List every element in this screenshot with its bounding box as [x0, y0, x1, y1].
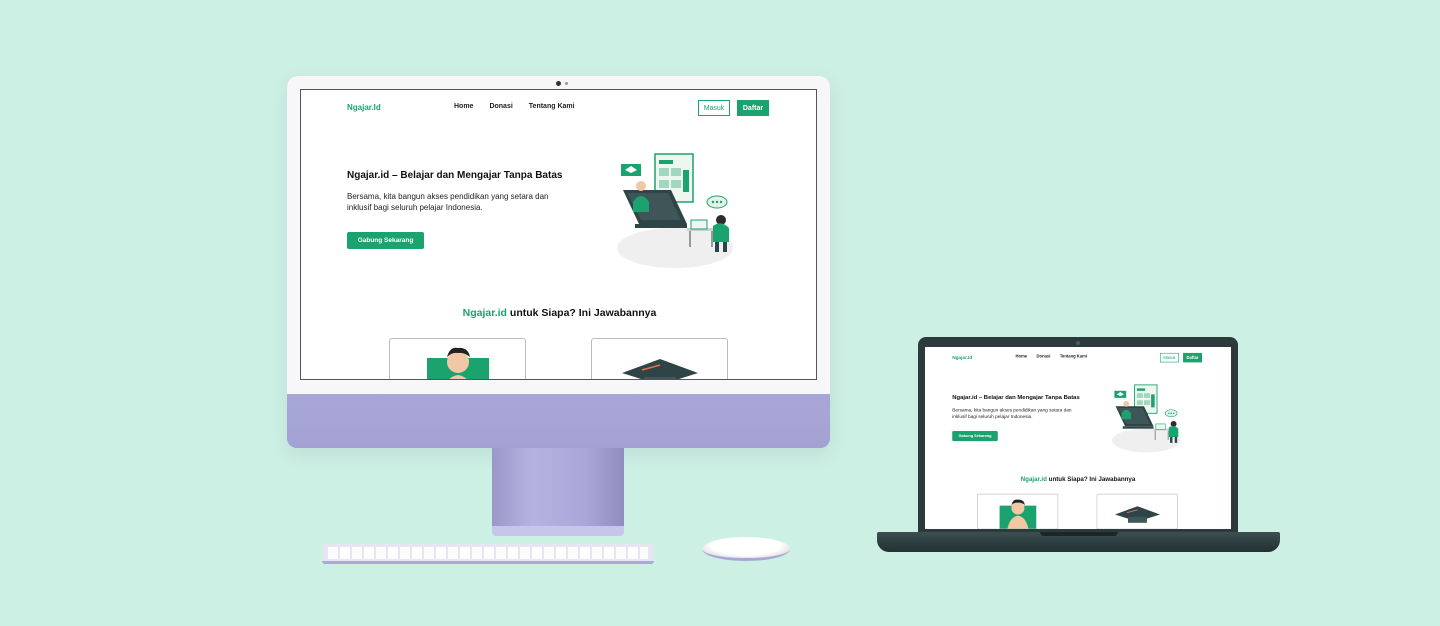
laptop-notch: [1040, 532, 1118, 536]
laptop-camera-icon: [1076, 341, 1080, 345]
section-title: Ngajar.id untuk Siapa? Ini Jawabannya: [301, 307, 816, 319]
site-logo[interactable]: Ngajar.Id: [347, 103, 381, 112]
nav-link-home[interactable]: Home: [1016, 355, 1028, 359]
nav-link-donasi[interactable]: Donasi: [489, 103, 512, 110]
section-title-brand: Ngajar.id: [1020, 475, 1047, 483]
audience-card-teacher[interactable]: [591, 338, 728, 379]
imac-stand-base: [492, 526, 624, 536]
register-button[interactable]: Daftar: [737, 100, 769, 116]
imac-screen: Ngajar.Id Home Donasi Tentang Kami Masuk…: [300, 89, 817, 380]
section-title-brand: Ngajar.id: [462, 307, 507, 319]
section-title-text: untuk Siapa? Ini Jawabannya: [506, 307, 657, 319]
hero-title: Ngajar.id – Belajar dan Mengajar Tanpa B…: [347, 170, 563, 181]
online-learning-illustration: [617, 153, 733, 268]
keyboard: [322, 544, 654, 564]
laptop-screen: Ngajar.Id Home Donasi Tentang Kami Masuk…: [925, 347, 1231, 529]
laptop-mockup: Ngajar.Id Home Donasi Tentang Kami Masuk…: [918, 337, 1238, 532]
magic-mouse: [702, 537, 790, 561]
join-now-button[interactable]: Gabung Sekarang: [952, 431, 998, 442]
imac-chin: [287, 394, 830, 448]
imac-bezel: Ngajar.Id Home Donasi Tentang Kami Masuk…: [287, 76, 830, 394]
site-logo[interactable]: Ngajar.Id: [952, 355, 972, 360]
hero-subtitle: Bersama, kita bangun akses pendidikan ya…: [347, 192, 549, 212]
login-button[interactable]: Masuk: [698, 100, 730, 116]
sensor-icon: [565, 82, 568, 85]
imac-mockup: Ngajar.Id Home Donasi Tentang Kami Masuk…: [287, 76, 830, 448]
keyboard-keys: [328, 547, 648, 559]
student-avatar-icon: [999, 499, 1037, 529]
section-title-text: untuk Siapa? Ini Jawabannya: [1046, 475, 1136, 483]
graduation-cap-icon: [1114, 506, 1160, 523]
section-title: Ngajar.id untuk Siapa? Ini Jawabannya: [925, 475, 1231, 482]
online-learning-illustration: [1112, 384, 1181, 453]
imac-stand: [492, 448, 624, 528]
nav-link-tentang-kami[interactable]: Tentang Kami: [529, 103, 575, 110]
imac-body: Ngajar.Id Home Donasi Tentang Kami Masuk…: [287, 76, 830, 448]
camera-icon: [556, 81, 561, 86]
audience-card-student[interactable]: [389, 338, 526, 379]
hero-title: Ngajar.id – Belajar dan Mengajar Tanpa B…: [952, 394, 1080, 401]
login-button[interactable]: Masuk: [1159, 352, 1179, 363]
join-now-button[interactable]: Gabung Sekarang: [347, 232, 424, 249]
nav-link-home[interactable]: Home: [454, 103, 473, 110]
audience-card-student[interactable]: [977, 493, 1059, 529]
student-avatar-icon: [427, 347, 489, 379]
nav-link-donasi[interactable]: Donasi: [1037, 355, 1051, 359]
website: Ngajar.Id Home Donasi Tentang Kami Masuk…: [301, 90, 816, 379]
nav-menu: Home Donasi Tentang Kami: [454, 103, 575, 110]
audience-card-teacher[interactable]: [1096, 493, 1178, 529]
graduation-cap-icon: [622, 359, 698, 379]
website: Ngajar.Id Home Donasi Tentang Kami Masuk…: [925, 347, 1231, 529]
hero-subtitle: Bersama, kita bangun akses pendidikan ya…: [952, 407, 1072, 419]
nav-link-tentang-kami[interactable]: Tentang Kami: [1060, 355, 1087, 359]
register-button[interactable]: Daftar: [1183, 352, 1202, 363]
nav-menu: Home Donasi Tentang Kami: [1016, 355, 1087, 359]
